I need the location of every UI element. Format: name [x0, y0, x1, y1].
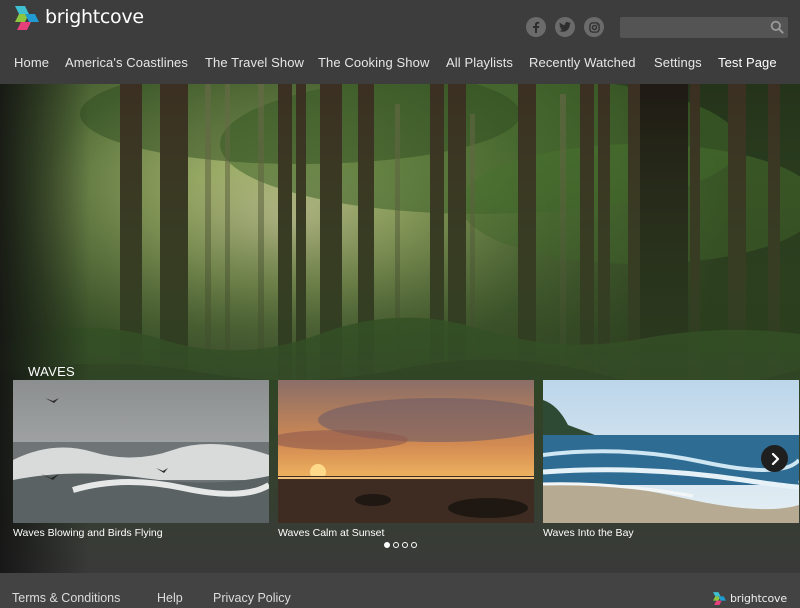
- pagination-dot[interactable]: [411, 542, 417, 548]
- carousel-pagination: [384, 542, 417, 548]
- pagination-dot[interactable]: [384, 542, 390, 548]
- video-title[interactable]: Waves Into the Bay: [543, 527, 799, 539]
- main-nav: Home America's Coastlines The Travel Sho…: [0, 55, 800, 73]
- footer-link-help[interactable]: Help: [157, 591, 183, 605]
- footer-link-privacy[interactable]: Privacy Policy: [213, 591, 291, 605]
- instagram-icon[interactable]: [584, 17, 604, 37]
- site-header: brightcove Home America's Coastlines The…: [0, 0, 800, 84]
- pagination-dot[interactable]: [393, 542, 399, 548]
- facebook-icon[interactable]: [526, 17, 546, 37]
- brand-name: brightcove: [45, 6, 144, 28]
- nav-item-the-travel-show[interactable]: The Travel Show: [205, 55, 304, 70]
- search-box: [620, 17, 788, 38]
- nav-item-home[interactable]: Home: [14, 55, 49, 70]
- footer-brand-name: brightcove: [730, 591, 787, 605]
- nav-item-the-cooking-show[interactable]: The Cooking Show: [318, 55, 429, 70]
- footer-brightcove-logo[interactable]: brightcove: [712, 591, 787, 605]
- social-links: [526, 17, 604, 37]
- pagination-dot[interactable]: [402, 542, 408, 548]
- brightcove-logo[interactable]: brightcove: [13, 4, 144, 30]
- video-thumbnail[interactable]: [278, 380, 534, 523]
- site-footer: Terms & Conditions Help Privacy Policy b…: [0, 573, 800, 608]
- nav-item-all-playlists[interactable]: All Playlists: [446, 55, 513, 70]
- video-thumbnail[interactable]: [543, 380, 799, 523]
- twitter-icon[interactable]: [555, 17, 575, 37]
- search-icon[interactable]: [770, 20, 784, 34]
- footer-link-terms[interactable]: Terms & Conditions: [12, 591, 120, 605]
- carousel-next-button[interactable]: [761, 445, 788, 472]
- nav-item-test-page[interactable]: Test Page: [718, 55, 777, 70]
- nav-item-recently-watched[interactable]: Recently Watched: [529, 55, 636, 70]
- video-card[interactable]: Waves Calm at Sunset: [278, 380, 534, 539]
- nav-item-settings[interactable]: Settings: [654, 55, 702, 70]
- playlist-title: WAVES: [28, 364, 76, 379]
- video-thumbnail[interactable]: [13, 380, 269, 523]
- chevron-right-icon: [771, 452, 779, 465]
- video-title[interactable]: Waves Blowing and Birds Flying: [13, 527, 269, 539]
- brightcove-logo-mark-icon: [15, 6, 39, 30]
- video-title[interactable]: Waves Calm at Sunset: [278, 527, 534, 539]
- nav-item-americas-coastlines[interactable]: America's Coastlines: [65, 55, 188, 70]
- brightcove-logo-mark-icon: [713, 592, 726, 605]
- search-input[interactable]: [620, 17, 766, 38]
- video-card[interactable]: Waves Blowing and Birds Flying: [13, 380, 269, 539]
